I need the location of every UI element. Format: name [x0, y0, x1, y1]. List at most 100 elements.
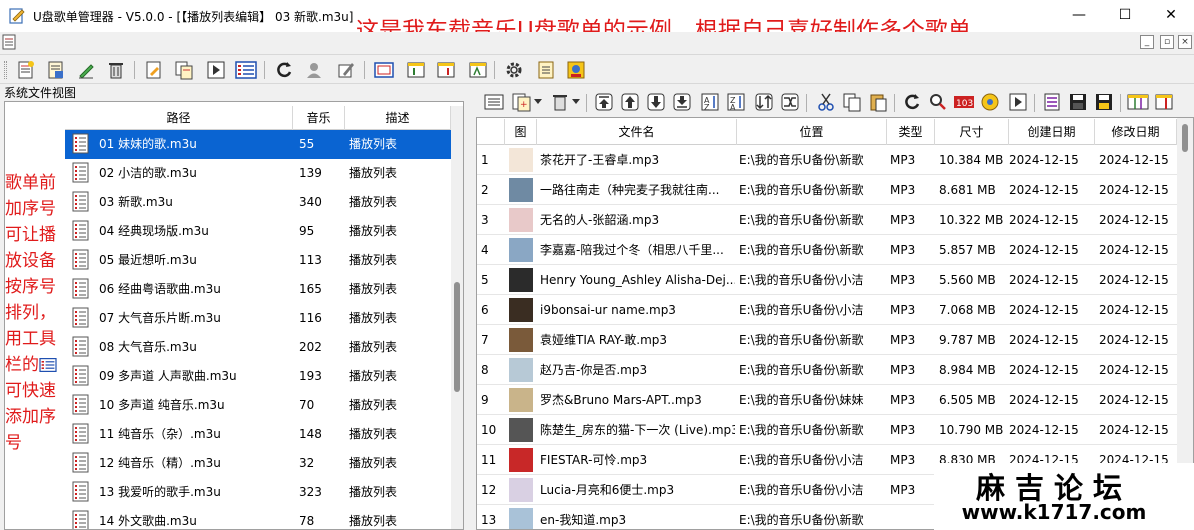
open-playlist-icon[interactable]	[44, 58, 68, 82]
add-files-icon[interactable]: +	[510, 90, 534, 114]
list-view-icon[interactable]	[482, 90, 506, 114]
cut-icon[interactable]	[814, 90, 838, 114]
columns-icon[interactable]	[1126, 90, 1150, 114]
playlist-row[interactable]: 04 经典现场版.m3u 95 播放列表	[65, 217, 451, 246]
settings-icon[interactable]	[502, 58, 526, 82]
mdi-restore-button[interactable]: ▫	[1160, 35, 1174, 49]
add-number-icon[interactable]	[234, 58, 258, 82]
song-location: E:\我的音乐U备份\新歌	[739, 153, 864, 167]
playlist-row[interactable]: 12 纯音乐（精）.m3u 32 播放列表	[65, 449, 451, 478]
close-button[interactable]: ✕	[1148, 0, 1194, 30]
frame-icon[interactable]	[372, 58, 396, 82]
paste-icon[interactable]	[866, 90, 890, 114]
move-down-icon[interactable]	[644, 90, 668, 114]
window-c-icon[interactable]	[466, 58, 490, 82]
remove-icon[interactable]	[548, 90, 572, 114]
playlist-count: 202	[299, 340, 322, 354]
refresh-icon[interactable]	[272, 58, 296, 82]
counter-icon[interactable]: 103	[952, 90, 976, 114]
new-playlist-icon[interactable]	[14, 58, 38, 82]
playlist-row[interactable]: 14 外文歌曲.m3u 78 播放列表	[65, 507, 451, 529]
song-index: 11	[481, 453, 497, 467]
save-icon[interactable]	[1066, 90, 1090, 114]
song-row[interactable]: 2 一路往南走（种完麦子我就往南... E:\我的音乐U备份\新歌 MP3 8.681 …	[477, 175, 1177, 205]
search-icon[interactable]	[926, 90, 950, 114]
save-as-icon[interactable]	[1092, 90, 1116, 114]
song-row[interactable]: 10 陈楚生_房东的猫-下一次 (Live).mp3 E:\我的音乐U备份\新歌 MP…	[477, 415, 1177, 445]
playlist-doc-icon[interactable]	[1040, 90, 1064, 114]
column-header-description[interactable]: 描述	[345, 106, 451, 130]
toolbar-grip[interactable]	[4, 61, 7, 79]
left-scrollbar-thumb[interactable]	[454, 282, 460, 392]
disc-icon[interactable]	[978, 90, 1002, 114]
refresh-icon[interactable]	[900, 90, 924, 114]
column-header-index[interactable]	[477, 119, 505, 145]
chevron-down-icon[interactable]	[532, 90, 544, 114]
move-top-icon[interactable]	[592, 90, 616, 114]
playlist-row[interactable]: 06 经曲粤语歌曲.m3u 165 播放列表	[65, 275, 451, 304]
playlist-count: 55	[299, 137, 315, 151]
playlist-name: 10 多声道 纯音乐.m3u	[99, 398, 225, 412]
window-a-icon[interactable]	[404, 58, 428, 82]
play-icon[interactable]	[1006, 90, 1030, 114]
column-header-modified[interactable]: 修改日期	[1095, 119, 1177, 145]
song-row[interactable]: 4 李嘉嘉-陪我过个冬（相思八千里... E:\我的音乐U备份\新歌 MP3 5.857…	[477, 235, 1177, 265]
maximize-button[interactable]: ☐	[1102, 0, 1148, 30]
minimize-button[interactable]: —	[1056, 0, 1102, 30]
check-edit-icon[interactable]	[334, 58, 358, 82]
window-b-icon[interactable]	[434, 58, 458, 82]
notes-icon[interactable]	[534, 58, 558, 82]
panel-icon[interactable]	[1152, 90, 1176, 114]
playlist-description: 播放列表	[349, 253, 398, 267]
column-header-type[interactable]: 类型	[887, 119, 935, 145]
delete-icon[interactable]	[104, 58, 128, 82]
song-row[interactable]: 8 赵乃吉-你是否.mp3 E:\我的音乐U备份\新歌 MP3 8.984 MB 2024…	[477, 355, 1177, 385]
playlist-scrollbar-thumb[interactable]	[1182, 124, 1188, 152]
playlist-row[interactable]: 08 大气音乐.m3u 202 播放列表	[65, 333, 451, 362]
column-header-music[interactable]: 音乐	[293, 106, 345, 130]
mdi-minimize-button[interactable]: _	[1140, 35, 1154, 49]
sort-asc-icon[interactable]: AZ	[698, 90, 722, 114]
song-row[interactable]: 6 i9bonsai-ur name.mp3 E:\我的音乐U备份\小洁 MP3 7.0…	[477, 295, 1177, 325]
playlist-row[interactable]: 11 纯音乐（杂）.m3u 148 播放列表	[65, 420, 451, 449]
document-icon[interactable]	[2, 34, 16, 50]
copy-icon[interactable]	[840, 90, 864, 114]
song-row[interactable]: 5 Henry Young_Ashley Alisha-Dej... E:\我的音乐…	[477, 265, 1177, 295]
sort-desc-icon[interactable]: ZA	[724, 90, 748, 114]
chevron-down-icon[interactable]	[570, 90, 582, 114]
song-type: MP3	[890, 423, 916, 437]
column-header-image[interactable]: 图	[505, 119, 537, 145]
user-icon[interactable]	[302, 58, 326, 82]
playlist-row[interactable]: 13 我爱听的歌手.m3u 323 播放列表	[65, 478, 451, 507]
reverse-icon[interactable]	[752, 90, 776, 114]
song-row[interactable]: 9 罗杰&Bruno Mars-APT..mp3 E:\我的音乐U备份\妹妹 MP3 6…	[477, 385, 1177, 415]
edit-icon[interactable]	[74, 58, 98, 82]
playlist-file-icon	[72, 220, 89, 241]
left-scrollbar[interactable]	[451, 106, 463, 529]
column-header-created[interactable]: 创建日期	[1009, 119, 1095, 145]
about-icon[interactable]	[564, 58, 588, 82]
playlist-row[interactable]: 05 最近想听.m3u 113 播放列表	[65, 246, 451, 275]
playlist-row[interactable]: 02 小洁的歌.m3u 139 播放列表	[65, 159, 451, 188]
column-header-path[interactable]: 路径	[65, 106, 293, 130]
playlist-row[interactable]: 03 新歌.m3u 340 播放列表	[65, 188, 451, 217]
song-type: MP3	[890, 363, 916, 377]
playlist-row[interactable]: 07 大气音乐片断.m3u 116 播放列表	[65, 304, 451, 333]
playlist-row[interactable]: 10 多声道 纯音乐.m3u 70 播放列表	[65, 391, 451, 420]
playlist-row[interactable]: 01 妹妹的歌.m3u 55 播放列表	[65, 130, 451, 159]
song-row[interactable]: 7 袁娅维TIA RAY-敢.mp3 E:\我的音乐U备份\新歌 MP3 9.787 M…	[477, 325, 1177, 355]
play-icon[interactable]	[204, 58, 228, 82]
move-bottom-icon[interactable]	[670, 90, 694, 114]
rename-icon[interactable]	[142, 58, 166, 82]
shuffle-icon[interactable]	[778, 90, 802, 114]
song-index: 6	[481, 303, 489, 317]
copy-list-icon[interactable]	[172, 58, 196, 82]
column-header-filename[interactable]: 文件名	[537, 119, 737, 145]
column-header-location[interactable]: 位置	[737, 119, 887, 145]
song-row[interactable]: 3 无名的人-张韶涵.mp3 E:\我的音乐U备份\新歌 MP3 10.322 MB 20…	[477, 205, 1177, 235]
playlist-row[interactable]: 09 多声道 人声歌曲.m3u 193 播放列表	[65, 362, 451, 391]
mdi-close-button[interactable]: ×	[1178, 35, 1192, 49]
song-row[interactable]: 1 茶花开了-王睿卓.mp3 E:\我的音乐U备份\新歌 MP3 10.384 MB 20…	[477, 145, 1177, 175]
column-header-size[interactable]: 尺寸	[935, 119, 1009, 145]
move-up-icon[interactable]	[618, 90, 642, 114]
